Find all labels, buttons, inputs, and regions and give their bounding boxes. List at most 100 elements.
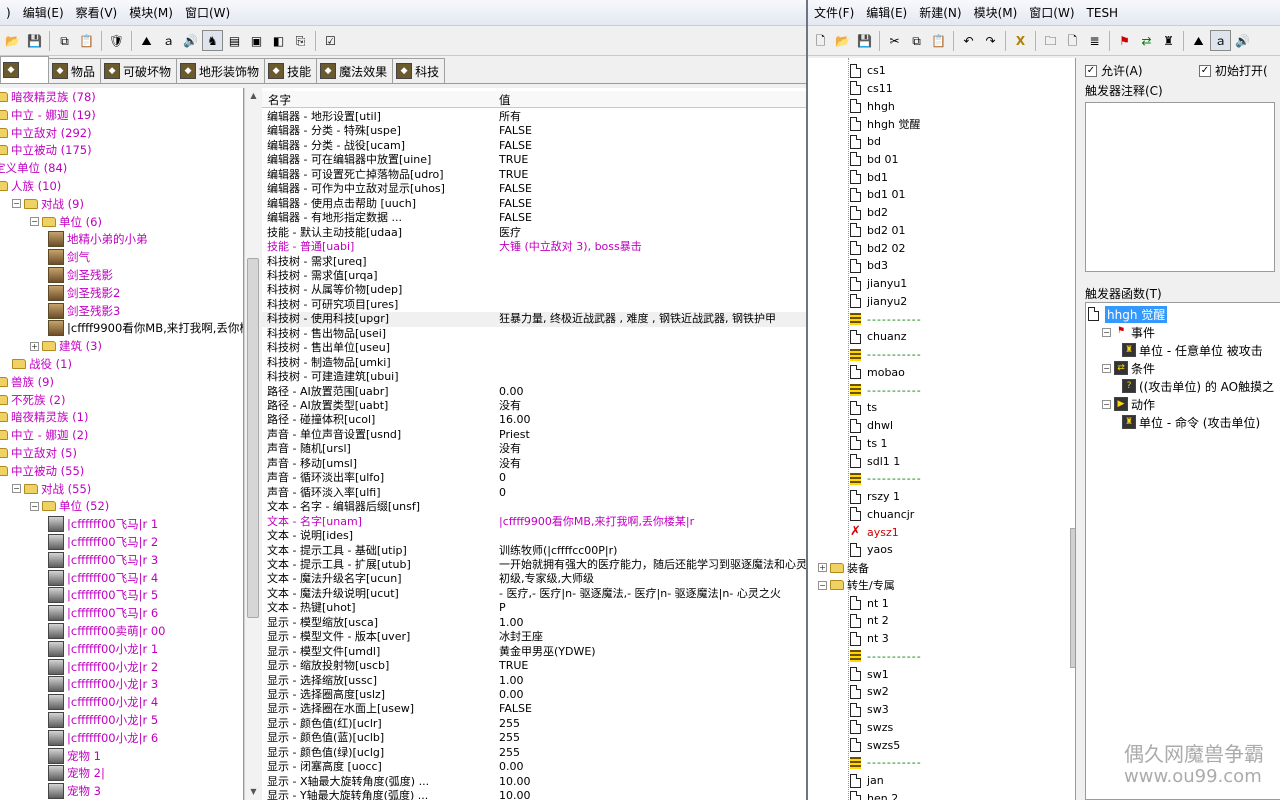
property-row[interactable]: 科技树 - 需求[ureq]: [262, 255, 806, 269]
trigger-list-scrollbar[interactable]: [1070, 58, 1075, 800]
tree-node[interactable]: |cffffff00飞马|r 3: [48, 551, 158, 569]
sound-icon[interactable]: 🔊: [1232, 30, 1253, 51]
trigger-node[interactable]: chuancjr: [850, 506, 914, 523]
trigger-node[interactable]: -----------: [850, 382, 922, 399]
tree-node[interactable]: 剑气: [48, 248, 90, 266]
menu-item[interactable]: 模块(M): [123, 0, 179, 26]
expand-toggle-icon[interactable]: −: [30, 501, 39, 511]
property-row[interactable]: 显示 - 选择圈在水面上[usew] FALSE: [262, 702, 806, 716]
property-row[interactable]: 科技树 - 售出单位[useu]: [262, 341, 806, 355]
menu-item[interactable]: ): [0, 0, 17, 26]
tree-node[interactable]: |cffffff00小龙|r 1: [48, 640, 158, 658]
object-editor-icon[interactable]: ａ: [1210, 30, 1231, 51]
expand-toggle-icon[interactable]: −: [1102, 327, 1111, 337]
trigger-node[interactable]: cs11: [850, 80, 893, 97]
unit-editor-active-icon[interactable]: ♞: [202, 30, 223, 51]
property-row[interactable]: 路径 - AI放置范围[uabr] 0.00: [262, 385, 806, 399]
property-row[interactable]: 科技树 - 可建造建筑[ubui]: [262, 370, 806, 384]
trigger-node[interactable]: -----------: [850, 346, 922, 363]
property-row[interactable]: 文本 - 名字[unam] |cffff9900看你MB,来打我啊,丢你楼某|r: [262, 515, 806, 529]
copy-icon[interactable]: ⧉: [54, 30, 75, 51]
function-node[interactable]: hhgh 觉醒: [1088, 305, 1168, 323]
object-manager-icon[interactable]: ⎘: [290, 30, 311, 51]
terrain-icon[interactable]: ⛰: [136, 30, 157, 51]
trigger-node[interactable]: + 装备: [818, 559, 869, 576]
tree-node[interactable]: 中立敌对 (292): [0, 124, 92, 142]
property-row[interactable]: 科技树 - 使用科技[upgr] 狂暴力量, 终极近战武器 , 难度 , 钢铁近战…: [262, 312, 806, 327]
property-row[interactable]: 文本 - 提示工具 - 基础[utip] 训练牧师(|cffffcc00P|r): [262, 544, 806, 558]
property-row[interactable]: 路径 - 碰撞体积[ucol] 16.00: [262, 413, 806, 427]
trigger-node[interactable]: ts: [850, 399, 877, 416]
tree-node[interactable]: − 对战 (9): [12, 195, 84, 213]
tree-node[interactable]: 宠物 1: [48, 747, 101, 765]
save-icon[interactable]: 💾: [854, 30, 875, 51]
redo-icon[interactable]: ↷: [980, 30, 1001, 51]
tree-node[interactable]: 剑圣残影: [48, 266, 113, 284]
menu-item[interactable]: 编辑(E): [860, 0, 913, 26]
property-row[interactable]: 显示 - 模型文件[umdl] 黄金甲男巫(YDWE): [262, 645, 806, 659]
trigger-node[interactable]: -----------: [850, 754, 922, 771]
close-x-icon[interactable]: X: [1010, 30, 1031, 51]
copy-icon[interactable]: ⧉: [906, 30, 927, 51]
ai-icon[interactable]: ▣: [246, 30, 267, 51]
initially-on-checkbox[interactable]: ✓ 初始打开(: [1199, 62, 1268, 79]
property-row[interactable]: 声音 - 单位声音设置[usnd] Priest: [262, 428, 806, 442]
tree-node[interactable]: 中立被动 (175): [0, 141, 92, 159]
function-node[interactable]: − ⚑ 事件: [1102, 323, 1155, 341]
expand-toggle-icon[interactable]: +: [30, 341, 39, 351]
open-icon[interactable]: 📂: [2, 30, 23, 51]
tree-node[interactable]: 宠物 3: [48, 782, 101, 800]
property-row[interactable]: 文本 - 热键[uhot] P: [262, 601, 806, 615]
tab-5[interactable]: ◆ 魔法效果: [316, 58, 394, 83]
paste-icon[interactable]: 📋: [76, 30, 97, 51]
trigger-node[interactable]: bd: [850, 133, 881, 150]
tree-node[interactable]: 地精小弟的小弟: [48, 230, 148, 248]
trigger-node[interactable]: sdl1 1: [850, 453, 900, 470]
trigger-node[interactable]: cs1: [850, 62, 886, 79]
new-event-icon[interactable]: ⚑: [1114, 30, 1135, 51]
trigger-node[interactable]: rszy 1: [850, 488, 900, 505]
tree-node[interactable]: |cffffff00飞马|r 5: [48, 586, 158, 604]
property-row[interactable]: 显示 - 闭塞高度 [uocc] 0.00: [262, 760, 806, 774]
trigger-node[interactable]: swzs5: [850, 737, 900, 754]
tree-node[interactable]: |cffffff00飞马|r 2: [48, 533, 158, 551]
property-row[interactable]: 显示 - 颜色值(红)[uclr] 255: [262, 717, 806, 731]
tree-node[interactable]: 兽族 (9): [0, 373, 54, 391]
unit-editor-icon[interactable]: 🛡: [106, 30, 127, 51]
new-condition-icon[interactable]: ⇄: [1136, 30, 1157, 51]
property-row[interactable]: 编辑器 - 有地形指定数据 ... FALSE: [262, 211, 806, 225]
new-trigger-icon[interactable]: 🗋: [1062, 30, 1083, 51]
save-icon[interactable]: 💾: [24, 30, 45, 51]
property-row[interactable]: 声音 - 循环淡入率[ulfi] 0: [262, 486, 806, 500]
menu-item[interactable]: 编辑(E): [17, 0, 70, 26]
menu-item[interactable]: 察看(V): [70, 0, 124, 26]
trigger-node[interactable]: dhwl: [850, 417, 893, 434]
function-node[interactable]: − ⇄ 条件: [1102, 359, 1155, 377]
trigger-node[interactable]: jianyu2: [850, 293, 907, 310]
property-row[interactable]: 文本 - 魔法升级说明[ucut] - 医疗,- 医疗|n- 驱逐魔法,- 医疗|…: [262, 587, 806, 601]
tree-node[interactable]: |cffffff00飞马|r 1: [48, 515, 158, 533]
property-row[interactable]: 显示 - 选择圈高度[uslz] 0.00: [262, 688, 806, 702]
trigger-node[interactable]: sw2: [850, 683, 889, 700]
scroll-down-icon[interactable]: ▼: [245, 784, 262, 800]
menu-item[interactable]: 新建(N): [913, 0, 967, 26]
trigger-node[interactable]: ✗ aysz1: [850, 524, 899, 541]
property-row[interactable]: 技能 - 普通[uabi] 大锤 (中立敌对 3), boss暴击: [262, 240, 806, 254]
tree-node[interactable]: 不死族 (2): [0, 391, 65, 409]
new-category-icon[interactable]: 🗀: [1040, 30, 1061, 51]
property-row[interactable]: 文本 - 魔法升级名字[ucun] 初级,专家级,大师级: [262, 572, 806, 586]
property-row[interactable]: 显示 - Y轴最大旋转角度(弧度) ... 10.00: [262, 789, 806, 800]
tree-node[interactable]: 战役 (1): [12, 355, 72, 373]
trigger-node[interactable]: hen 2: [850, 790, 898, 800]
menu-item[interactable]: 文件(F): [808, 0, 860, 26]
property-row[interactable]: 显示 - 缩放投射物[uscb] TRUE: [262, 659, 806, 673]
property-row[interactable]: 编辑器 - 可在编辑器中放置[uine] TRUE: [262, 153, 806, 167]
property-row[interactable]: 编辑器 - 可作为中立敌对显示[uhos] FALSE: [262, 182, 806, 196]
new-icon[interactable]: 🗋: [810, 30, 831, 51]
trigger-node[interactable]: bd2 02: [850, 240, 905, 257]
function-node[interactable]: ? ((攻击单位) 的 AO触摸之: [1116, 377, 1274, 395]
column-header-value[interactable]: 值: [499, 92, 511, 108]
property-row[interactable]: 声音 - 随机[ursl] 没有: [262, 442, 806, 456]
test-map-icon[interactable]: ☑: [320, 30, 341, 51]
trigger-node[interactable]: bd1: [850, 169, 888, 186]
